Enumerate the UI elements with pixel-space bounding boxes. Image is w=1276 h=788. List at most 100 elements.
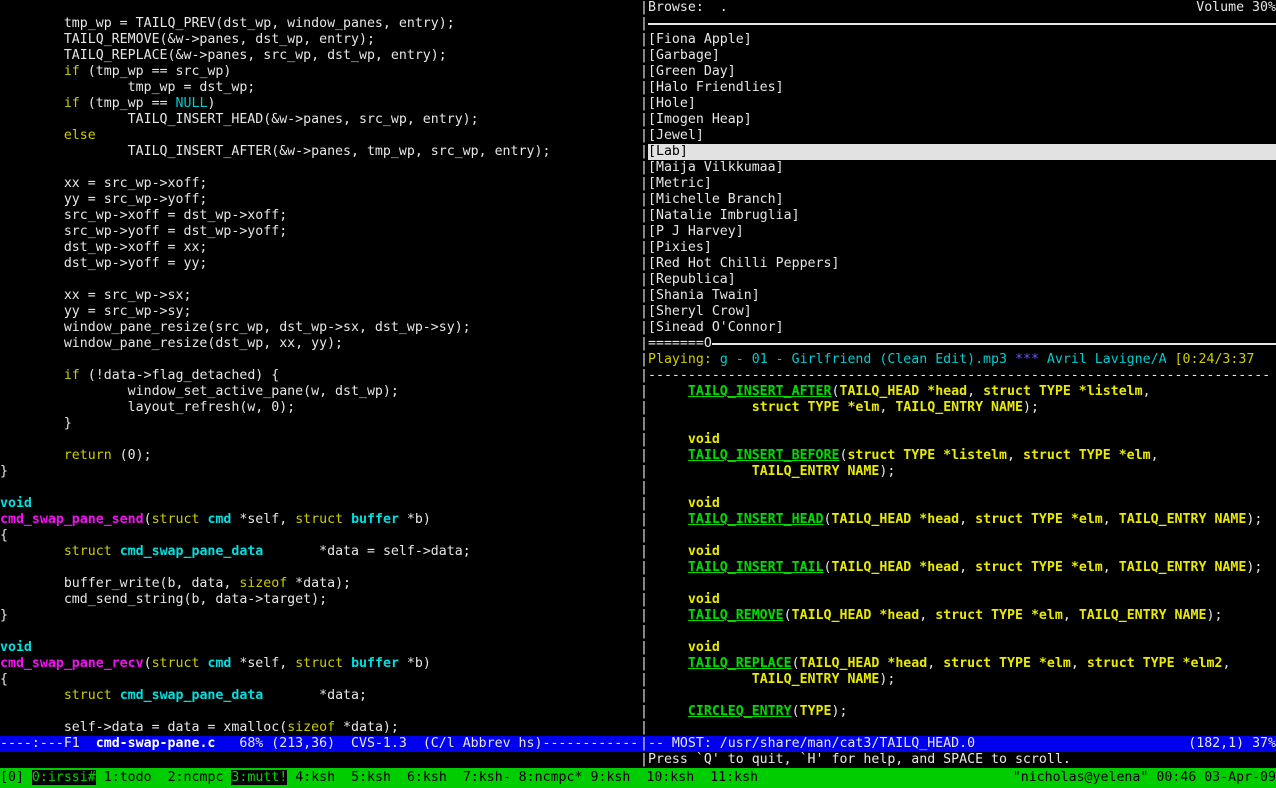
text-segment: TAILQ_HEAD *head xyxy=(800,656,928,671)
pane-divider-cell: | xyxy=(640,96,648,112)
tmux-window-2-ncmpc[interactable]: 2:ncmpc xyxy=(168,770,224,785)
code-line: src_wp->xoff = dst_wp->xoff; xyxy=(0,208,640,224)
man-line xyxy=(648,528,1276,544)
code-line: } xyxy=(0,464,640,480)
code-line: layout_refresh(w, 0); xyxy=(0,400,640,416)
man-line: TAILQ_INSERT_TAIL(TAILQ_HEAD *head, stru… xyxy=(648,560,1276,576)
text-segment: TAILQ_INSERT_HEAD xyxy=(688,512,824,527)
emacs-minibuffer[interactable] xyxy=(0,752,640,768)
text-segment: TAILQ_REPLACE(&w->panes, src_wp, dst_wp,… xyxy=(0,48,447,63)
tmux-separator xyxy=(335,770,351,785)
most-man-page[interactable]: TAILQ_INSERT_AFTER(TAILQ_HEAD *head, str… xyxy=(648,384,1276,736)
ncmpc-artist-item[interactable]: [Natalie Imbruglia] xyxy=(648,208,1276,224)
ncmpc-artist-item[interactable]: [Shania Twain] xyxy=(648,288,1276,304)
text-segment: return xyxy=(64,448,112,463)
ncmpc-artist-item[interactable]: [Sinead O'Connor] xyxy=(648,320,1276,336)
text-segment: ( xyxy=(792,656,800,671)
man-line xyxy=(648,688,1276,704)
code-line xyxy=(0,704,640,720)
pane-divider-cell: | xyxy=(640,688,648,704)
ncmpc-seek-track xyxy=(712,343,1276,345)
ncmpc-artist-item[interactable]: [Jewel] xyxy=(648,128,1276,144)
text-segment: } xyxy=(0,608,8,623)
code-line: if (tmp_wp == NULL) xyxy=(0,96,640,112)
man-line: void xyxy=(648,592,1276,608)
ncmpc-artist-item[interactable]: [Imogen Heap] xyxy=(648,112,1276,128)
text-segment: , xyxy=(967,384,983,399)
tmux-window-3-mutt[interactable]: 3:mutt! xyxy=(231,770,287,785)
pane-divider-cell: | xyxy=(640,576,648,592)
code-line: void xyxy=(0,496,640,512)
emacs-pane[interactable]: tmp_wp = TAILQ_PREV(dst_wp, window_panes… xyxy=(0,0,640,768)
ncmpc-artist-item-selected[interactable]: [Lab] xyxy=(648,144,1276,160)
ncmpc-artist-item[interactable]: [Garbage] xyxy=(648,48,1276,64)
tmux-split-divider[interactable]: ----------------------------------------… xyxy=(648,368,1276,384)
ncmpc-artist-item[interactable]: [Metric] xyxy=(648,176,1276,192)
text-segment: , xyxy=(1007,448,1023,463)
tmux-window-8-ncmpc-current[interactable]: 8:ncmpc* xyxy=(519,770,583,785)
ncmpc-title-separator xyxy=(648,16,1276,32)
code-line: self->data = data = xmalloc(sizeof *data… xyxy=(0,720,640,736)
pane-divider-cell: | xyxy=(640,160,648,176)
text-segment: { xyxy=(0,672,8,687)
emacs-modeline: ----:---F1 cmd-swap-pane.c 68% (213,36) … xyxy=(0,736,640,752)
ncmpc-artist-item[interactable]: [Republica] xyxy=(648,272,1276,288)
text-segment xyxy=(0,368,64,383)
text-segment xyxy=(112,688,120,703)
man-line: TAILQ_ENTRY NAME); xyxy=(648,672,1276,688)
ncmpc-artist-item[interactable]: [Pixies] xyxy=(648,240,1276,256)
tmux-separator xyxy=(630,770,646,785)
text-segment: CIRCLEQ_ENTRY xyxy=(688,704,792,719)
text-segment: ); xyxy=(879,672,895,687)
pane-divider-cell: | xyxy=(640,624,648,640)
text-segment xyxy=(0,448,64,463)
pane-divider-cell: | xyxy=(640,640,648,656)
tmux-window-4-ksh[interactable]: 4:ksh xyxy=(295,770,335,785)
man-line: TAILQ_INSERT_HEAD(TAILQ_HEAD *head, stru… xyxy=(648,512,1276,528)
text-segment: cmd_swap_pane_send xyxy=(0,512,144,527)
text-segment: (0); xyxy=(112,448,152,463)
ncmpc-artist-item[interactable]: [Fiona Apple] xyxy=(648,32,1276,48)
text-segment: yy = src_wp->yoff; xyxy=(0,192,207,207)
ncmpc-artist-item[interactable]: [Hole] xyxy=(648,96,1276,112)
ncmpc-titlebar: Browse: . Volume 30% xyxy=(648,0,1276,16)
tmux-window-9-ksh[interactable]: 9:ksh xyxy=(590,770,630,785)
pane-divider-cell: | xyxy=(640,320,648,336)
text-segment: cmd_swap_pane_data xyxy=(120,544,264,559)
code-line: cmd_swap_pane_send(struct cmd *self, str… xyxy=(0,512,640,528)
text-segment xyxy=(0,544,64,559)
pane-divider[interactable]: ||||||||||||||||||||||||||||||||||||||||… xyxy=(640,0,648,768)
ncmpc-artist-item[interactable]: [Michelle Branch] xyxy=(648,192,1276,208)
text-segment: struct TYPE *elm xyxy=(975,560,1103,575)
text-segment: *data); xyxy=(287,576,351,591)
ncmpc-artist-item[interactable]: [P J Harvey] xyxy=(648,224,1276,240)
tmux-window-0-irssi[interactable]: 0:irssi# xyxy=(32,770,96,785)
text-segment: dst_wp->xoff = xx; xyxy=(0,240,207,255)
text-segment: , xyxy=(1103,560,1119,575)
ncmpc-artist-item[interactable]: [Green Day] xyxy=(648,64,1276,80)
tmux-window-7-ksh-last[interactable]: 7:ksh- xyxy=(463,770,511,785)
tmux-window-11-ksh[interactable]: 11:ksh xyxy=(710,770,758,785)
man-line xyxy=(648,480,1276,496)
ncmpc-artist-item[interactable]: [Halo Friendlies] xyxy=(648,80,1276,96)
text-segment: } xyxy=(0,464,8,479)
text-segment xyxy=(648,400,752,415)
text-segment xyxy=(0,128,64,143)
tmux-window-1-todo[interactable]: 1:todo xyxy=(104,770,152,785)
man-line: struct TYPE *elm, TAILQ_ENTRY NAME); xyxy=(648,400,1276,416)
pane-divider-cell: | xyxy=(640,112,648,128)
ncmpc-artist-item[interactable]: [Maija Vilkkumaa] xyxy=(648,160,1276,176)
text-segment: self->data = data = xmalloc( xyxy=(0,720,287,735)
tmux-window-10-ksh[interactable]: 10:ksh xyxy=(646,770,694,785)
tmux-window-5-ksh[interactable]: 5:ksh xyxy=(351,770,391,785)
ncmpc-artist-item[interactable]: [Sheryl Crow] xyxy=(648,304,1276,320)
man-line xyxy=(648,416,1276,432)
text-segment: tmp_wp = TAILQ_PREV(dst_wp, window_panes… xyxy=(0,16,455,31)
tmux-window-6-ksh[interactable]: 6:ksh xyxy=(407,770,447,785)
text-segment: (tmp_wp == xyxy=(80,96,176,111)
text-segment: TAILQ_ENTRY NAME xyxy=(895,400,1023,415)
emacs-modeline-info: 68% (213,36) CVS-1.3 (C/l Abbrev hs)----… xyxy=(215,736,638,751)
ncmpc-seekbar[interactable]: =======O xyxy=(648,336,1276,352)
ncmpc-artist-item[interactable]: [Red Hot Chilli Peppers] xyxy=(648,256,1276,272)
text-segment: (!data->flag_detached) { xyxy=(80,368,279,383)
